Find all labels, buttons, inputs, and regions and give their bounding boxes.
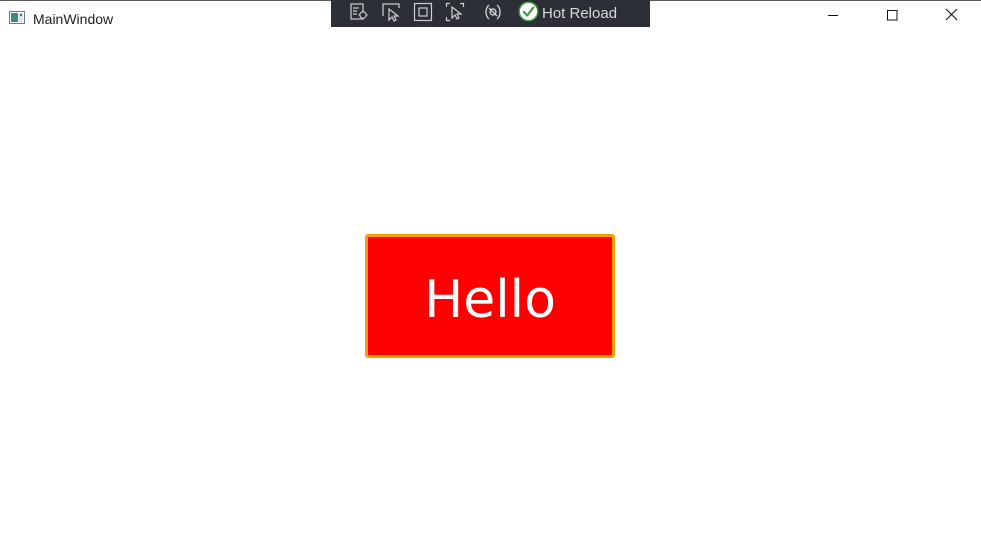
hello-button-label: Hello xyxy=(424,270,556,330)
select-element-button[interactable] xyxy=(380,2,402,27)
binding-failures-button[interactable] xyxy=(482,3,504,25)
track-focused-element-button[interactable] xyxy=(444,2,466,27)
display-layout-adorners-icon xyxy=(413,2,433,27)
maximize-icon xyxy=(886,8,898,26)
maximize-button[interactable] xyxy=(869,1,915,33)
track-focused-element-icon xyxy=(445,2,465,27)
live-visual-tree-icon xyxy=(349,2,369,27)
hot-reload-label: Hot Reload xyxy=(542,5,618,22)
hello-button[interactable]: Hello xyxy=(365,234,615,358)
minimize-button[interactable] xyxy=(810,1,856,33)
binding-failures-icon xyxy=(483,2,503,27)
select-element-icon xyxy=(381,2,401,27)
live-visual-tree-button[interactable] xyxy=(348,2,370,27)
app-window-icon xyxy=(9,11,25,24)
close-icon xyxy=(945,8,958,26)
close-button[interactable] xyxy=(928,1,974,33)
window-title: MainWindow xyxy=(33,11,114,27)
check-circle-icon xyxy=(518,1,539,27)
main-window: MainWindow Hot Reload Hello xyxy=(0,0,981,551)
xaml-debug-toolbar: Hot Reload xyxy=(331,0,650,27)
minimize-icon xyxy=(827,8,839,26)
display-layout-adorners-button[interactable] xyxy=(412,2,434,27)
hot-reload-status[interactable]: Hot Reload xyxy=(518,1,618,27)
